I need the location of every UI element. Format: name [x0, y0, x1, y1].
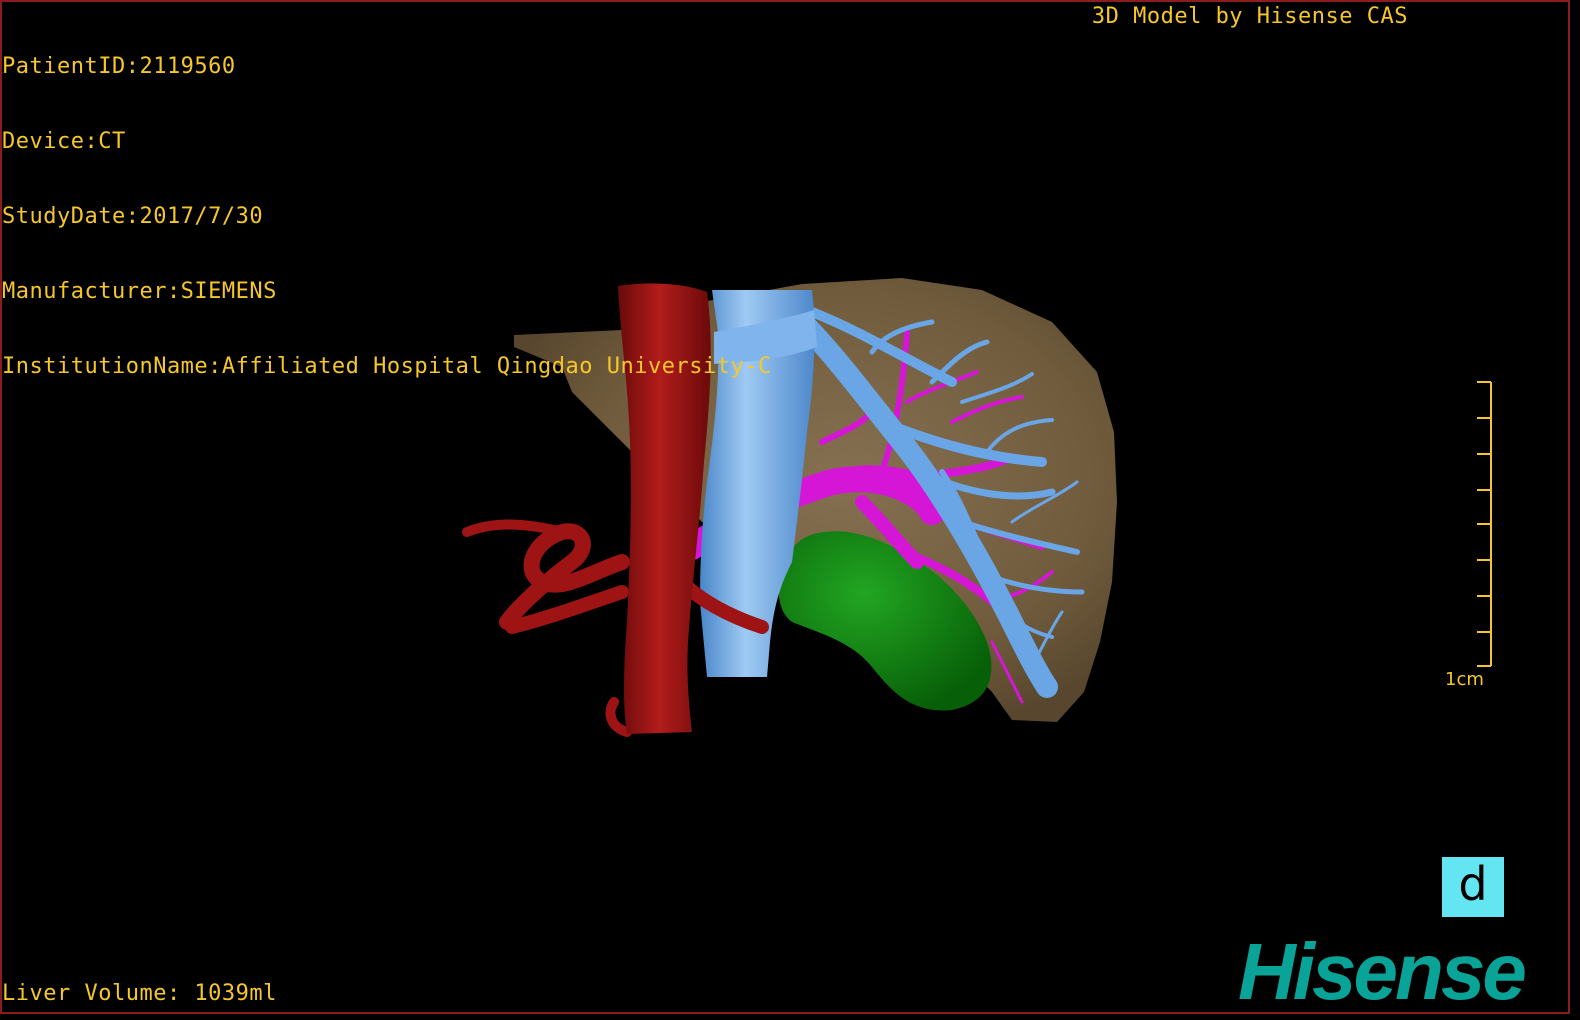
- liver-volume-text: Liver Volume: 1039ml: [2, 981, 277, 1006]
- view-orientation-label: d: [1458, 857, 1488, 911]
- patient-info-overlay: PatientID:2119560 Device:CT StudyDate:20…: [2, 4, 772, 429]
- scale-bar-label: 1cm: [1445, 669, 1484, 690]
- scale-bar: [1477, 381, 1492, 667]
- institution-text: InstitutionName:Affiliated Hospital Qing…: [2, 354, 772, 379]
- model-credit-text: 3D Model by Hisense CAS: [1091, 4, 1408, 29]
- study-date-text: StudyDate:2017/7/30: [2, 204, 264, 229]
- manufacturer-text: Manufacturer:SIEMENS: [2, 279, 277, 304]
- view-orientation-button[interactable]: d: [1442, 857, 1504, 917]
- device-text: Device:CT: [2, 129, 126, 154]
- patient-id-text: PatientID:2119560: [2, 54, 236, 79]
- 3d-viewport[interactable]: PatientID:2119560 Device:CT StudyDate:20…: [0, 0, 1570, 1014]
- hisense-logo: Hisense: [1238, 927, 1527, 1014]
